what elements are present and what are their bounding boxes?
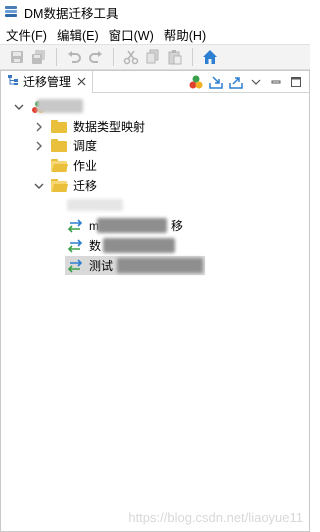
menu-bar: 文件(F) 编辑(E) 窗口(W) 帮助(H) [0,24,310,44]
folder-icon [51,139,67,152]
save-all-icon[interactable] [28,46,50,68]
tree-folder-schedule[interactable]: 调度 [33,136,97,155]
window-title: DM数据迁移工具 [24,6,119,21]
tree-folder-data-type-mapping[interactable]: 数据类型映射 [33,117,145,136]
view-header: 迁移管理 [1,70,309,93]
tree-migration-item-selected[interactable]: 测试 [65,256,205,275]
menu-edit[interactable]: 编辑(E) [57,25,99,44]
title-bar: DM数据迁移工具 [0,0,310,24]
tree-migration-item[interactable]: m 移 [67,216,207,235]
toolbar-separator [113,48,114,66]
view-tree-icon [7,74,19,89]
tree-root-node[interactable] [13,97,83,116]
redacted-text [97,218,167,233]
import-icon[interactable] [207,73,225,91]
redacted-text [117,258,203,273]
toolbar [0,44,310,70]
migration-label-end: 移 [171,219,184,233]
copy-icon[interactable] [142,46,164,68]
tree-migration-item[interactable]: 数 [67,236,207,255]
minimize-icon[interactable] [267,73,285,91]
redacted-text [103,238,175,253]
tree-folder-label: 数据类型映射 [73,120,146,134]
view-actions [185,71,305,93]
paste-icon[interactable] [164,46,186,68]
database-app-icon [4,5,18,19]
migration-management-view: 迁移管理 数据类型映射 调度 作业 迁移 m 移 数 测试 https://bl… [0,70,310,532]
home-icon[interactable] [199,46,221,68]
open-folder-icon [51,159,69,172]
close-tab-icon[interactable] [77,75,86,89]
migration-arrows-icon [67,238,83,253]
menu-file[interactable]: 文件(F) [6,25,47,44]
tree-folder-label: 作业 [73,159,98,173]
redacted-text [67,199,123,211]
folder-icon [51,120,67,133]
cut-icon[interactable] [120,46,142,68]
maximize-icon[interactable] [287,73,305,91]
migration-tree: 数据类型映射 调度 作业 迁移 m 移 数 测试 [1,94,309,532]
migration-label-start: 数 [89,239,102,253]
migration-arrows-icon [67,218,83,233]
migration-label-start: 测试 [89,259,114,273]
undo-icon[interactable] [63,46,85,68]
chevron-down-icon[interactable] [33,180,45,192]
open-folder-icon [51,179,69,192]
redo-icon[interactable] [85,46,107,68]
migration-arrows-icon [67,258,83,273]
chevron-right-icon[interactable] [33,121,45,133]
redacted-project-name [37,99,83,113]
tree-folder-label: 调度 [73,139,98,153]
watermark: https://blog.csdn.net/liaoyue11 [128,510,303,525]
tree-folder-label: 迁移 [73,179,98,193]
chevron-right-icon[interactable] [33,140,45,152]
toolbar-separator [192,48,193,66]
tricolor-nodes-icon[interactable] [187,73,205,91]
chevron-down-icon[interactable] [13,101,25,113]
toolbar-separator [56,48,57,66]
view-menu-chevron-icon[interactable] [247,73,265,91]
save-icon[interactable] [6,46,28,68]
menu-window[interactable]: 窗口(W) [109,25,154,44]
tree-folder-job[interactable]: 作业 [33,156,97,175]
tree-folder-migration[interactable]: 迁移 [33,176,97,195]
export-icon[interactable] [227,73,245,91]
tab-label: 迁移管理 [23,75,72,89]
tab-migration-management[interactable]: 迁移管理 [1,70,94,93]
menu-help[interactable]: 帮助(H) [164,25,206,44]
